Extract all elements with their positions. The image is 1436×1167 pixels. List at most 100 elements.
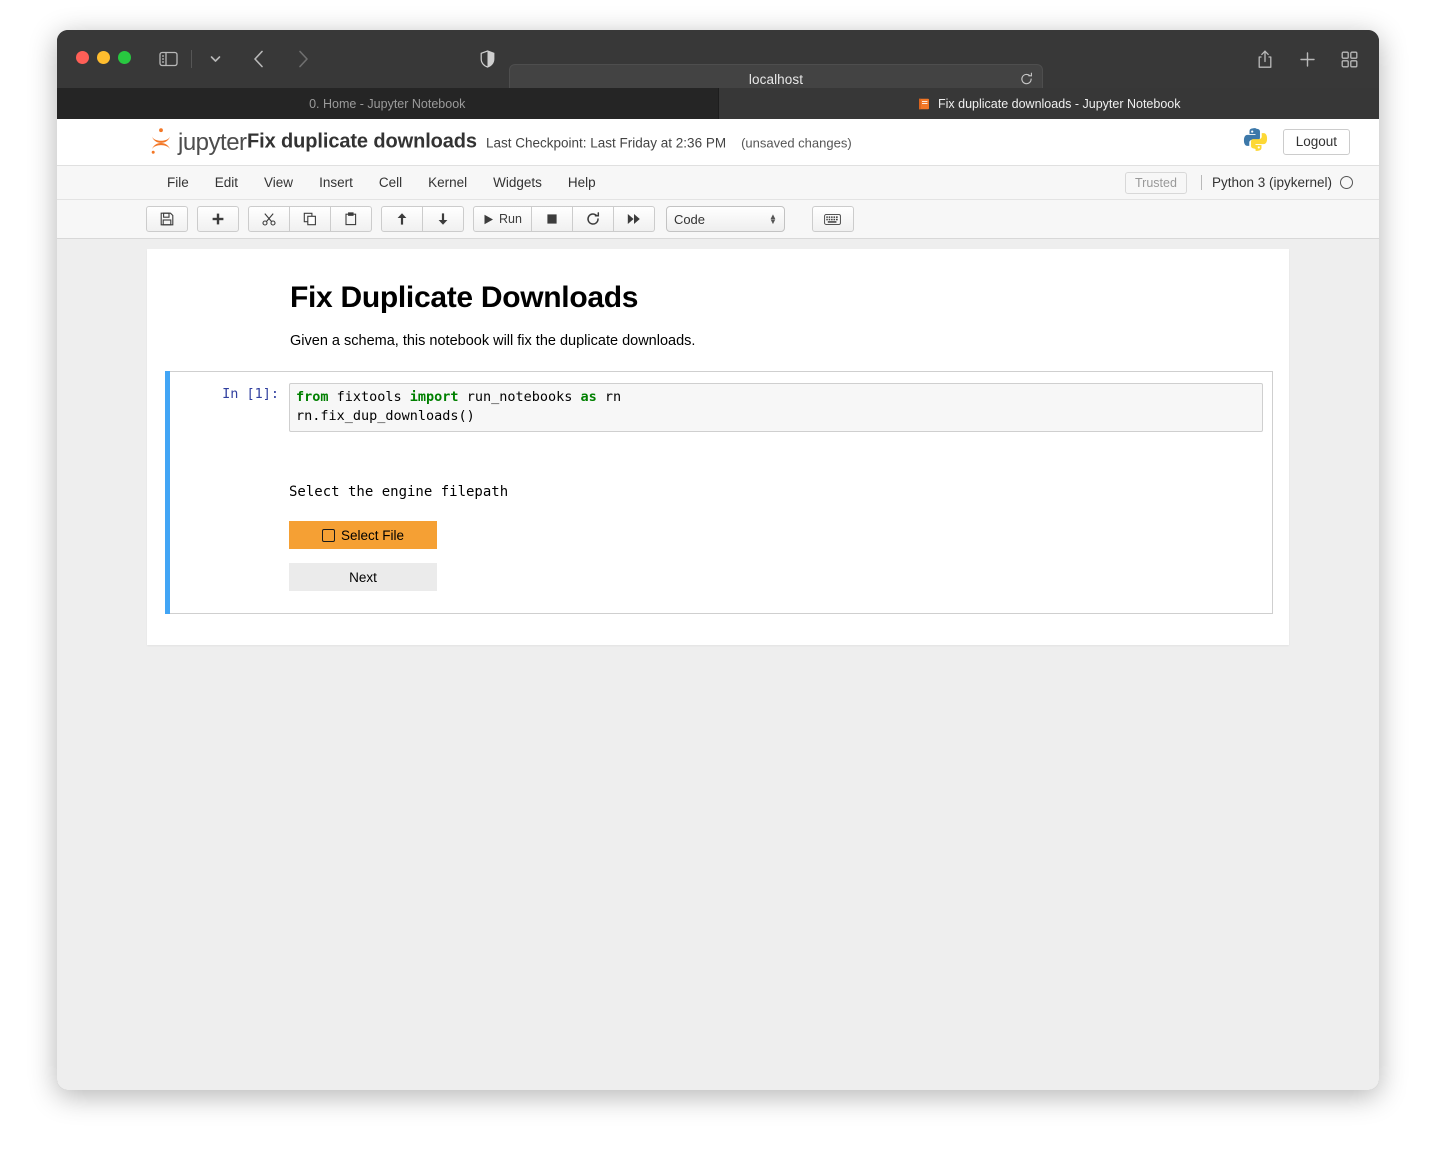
menu-kernel[interactable]: Kernel [415,169,480,196]
arrow-down-icon[interactable] [423,206,464,232]
keyword-import: import [409,389,459,405]
stop-square-icon[interactable] [531,206,573,232]
page-viewport: jupyter Fix duplicate downloads Last Che… [57,119,1379,1090]
code-cell[interactable]: In [1]: from fixtools import run_noteboo… [165,371,1273,614]
menu-cell[interactable]: Cell [366,169,415,196]
cell-output-area: Select the engine filepath Select File N… [166,432,1272,591]
restart-icon[interactable] [572,206,614,232]
screen: localhost 0. Home - Jupyter Notebook Fix… [0,0,1436,1167]
imported-name: run_notebooks [458,389,581,405]
reload-icon[interactable] [1020,72,1033,86]
alias-name: rn [596,389,622,405]
browser-window: localhost 0. Home - Jupyter Notebook Fix… [57,30,1379,1090]
scissors-icon[interactable] [248,206,290,232]
notebook-scroll-area[interactable]: Fix Duplicate Downloads Given a schema, … [57,239,1379,1090]
browser-tab-title: Fix duplicate downloads - Jupyter Notebo… [938,96,1181,111]
minimize-window-button[interactable] [97,51,110,64]
notebook-header: jupyter Fix duplicate downloads Last Che… [57,119,1379,166]
share-icon[interactable] [1249,44,1281,74]
logout-button[interactable]: Logout [1282,128,1350,156]
paste-icon[interactable] [331,206,372,232]
notebook-title-group: Fix duplicate downloads Last Checkpoint:… [247,131,852,154]
module-name: fixtools [328,389,410,405]
toolbar-group-palette [811,206,854,232]
last-checkpoint-label: Last Checkpoint: Last Friday at 2:36 PM [485,135,727,151]
widget-prompt-label: Select the engine filepath [289,484,509,500]
browser-tab-home[interactable]: 0. Home - Jupyter Notebook [57,88,719,119]
kernel-indicator: Python 3 (ipykernel) [1200,175,1353,190]
kernel-status-icon [1340,176,1353,189]
menu-help[interactable]: Help [555,169,609,196]
plus-icon[interactable] [197,206,239,232]
cell-type-select[interactable]: Code ▲ ▼ [665,206,785,232]
cell-prompt: In [1]: [222,386,279,402]
toolbar-divider [191,50,192,68]
trusted-badge[interactable]: Trusted [1125,171,1187,194]
run-cell-button[interactable]: Run [473,206,532,232]
jupyter-logo[interactable]: jupyter [149,126,257,158]
run-label: Run [499,212,522,226]
unsaved-changes-label: (unsaved changes) [741,135,852,151]
forward-arrow-icon [287,44,319,74]
notebook-toolbar: Run Code ▲ ▼ [57,200,1379,239]
toolbar-group-save [146,206,188,232]
toolbar-group-run: Run [473,206,655,232]
menu-insert[interactable]: Insert [306,169,366,196]
toolbar-group-edit [248,206,372,232]
python-logo-icon [1242,126,1269,158]
page-title: Fix Duplicate Downloads [290,281,639,314]
tab-overview-icon[interactable] [1333,44,1365,74]
maximize-window-button[interactable] [118,51,131,64]
notebook-name[interactable]: Fix duplicate downloads [247,131,477,154]
close-window-button[interactable] [76,51,89,64]
browser-tab-title: 0. Home - Jupyter Notebook [309,96,466,111]
toolbar-group-insert [197,206,239,232]
markdown-cell[interactable]: Fix Duplicate Downloads Given a schema, … [147,271,1289,349]
jupyter-book-icon [917,97,931,111]
code-editor[interactable]: from fixtools import run_notebooks as rn… [289,383,1263,432]
copy-icon[interactable] [290,206,331,232]
cell-selection-bar [165,371,170,614]
next-label: Next [349,569,377,585]
header-actions: Logout [1242,126,1350,158]
back-arrow-icon[interactable] [243,44,275,74]
arrow-up-icon[interactable] [381,206,423,232]
menu-items: File Edit View Insert Cell Kernel Widget… [154,169,609,196]
privacy-shield-icon[interactable] [472,44,502,74]
navigation-controls [152,44,319,74]
save-icon[interactable] [146,206,188,232]
cell-type-value: Code [673,211,706,227]
select-file-label: Select File [340,527,405,543]
next-button[interactable]: Next [289,563,437,591]
browser-toolbar: localhost [57,30,1379,94]
svg-text:jupyter: jupyter [177,129,247,156]
code-line-1: from fixtools import run_notebooks as rn [296,388,1256,407]
notebook-panel: Fix Duplicate Downloads Given a schema, … [147,249,1289,645]
chevron-down-icon[interactable] [199,44,231,74]
kernel-name-label[interactable]: Python 3 (ipykernel) [1212,175,1332,190]
menu-edit[interactable]: Edit [202,169,251,196]
chevron-updown-icon: ▲ ▼ [769,212,777,226]
window-traffic-lights [76,51,131,64]
fast-forward-icon[interactable] [613,206,655,232]
tab-strip: 0. Home - Jupyter Notebook Fix duplicate… [57,88,1379,119]
menu-widgets[interactable]: Widgets [480,169,555,196]
keyword-as: as [580,389,597,405]
menu-file[interactable]: File [154,169,202,196]
browser-tab-fix-duplicate-downloads[interactable]: Fix duplicate downloads - Jupyter Notebo… [718,88,1379,119]
keyword-from: from [296,389,329,405]
browser-actions [1249,44,1365,74]
toolbar-groups: Run Code ▲ ▼ [146,206,854,232]
menu-view[interactable]: View [251,169,306,196]
page-description: Given a schema, this notebook will fix t… [290,333,696,349]
menubar-status: Trusted Python 3 (ipykernel) [1125,171,1353,194]
plus-icon[interactable] [1291,44,1323,74]
cell-input-row: In [1]: from fixtools import run_noteboo… [166,377,1272,432]
select-file-button[interactable]: Select File [289,521,437,549]
upload-square-icon [321,528,335,542]
notebook-menubar: File Edit View Insert Cell Kernel Widget… [57,166,1379,200]
toolbar-group-move [381,206,464,232]
address-bar-text: localhost [748,71,804,87]
keyboard-icon[interactable] [811,206,854,232]
sidebar-toggle-icon[interactable] [152,44,184,74]
